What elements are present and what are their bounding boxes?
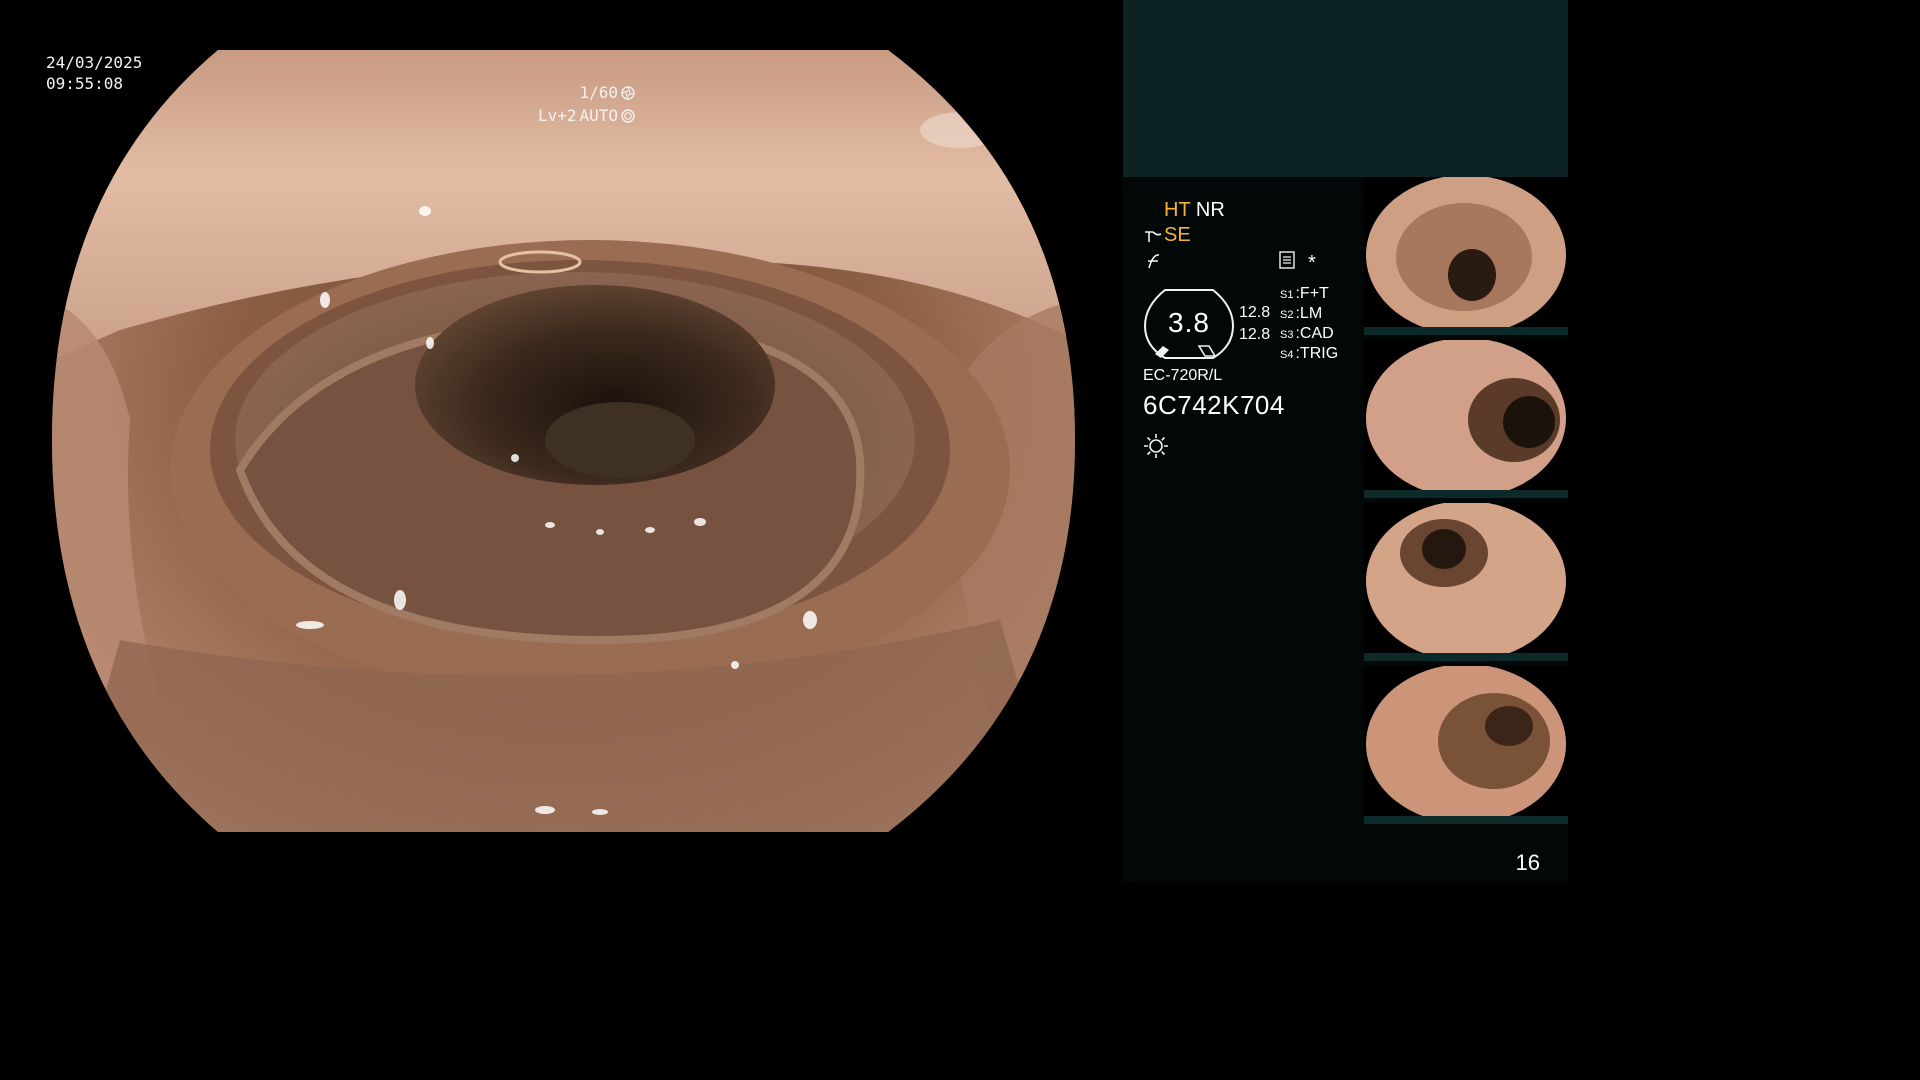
thumbnail-3-bar <box>1364 653 1568 661</box>
light-source-icon <box>1144 434 1168 458</box>
thumbnail-3[interactable] <box>1364 503 1568 661</box>
time-text: 09:55:08 <box>46 74 124 93</box>
switch-s4-key: S4 <box>1280 349 1294 361</box>
thumbnail-2[interactable] <box>1364 340 1568 498</box>
page-number: 16 <box>1515 850 1540 875</box>
info-panel: HT NR SE * 3.8 12.8 12.8 S1:F+T S2:LM S3… <box>1123 0 1568 882</box>
thumbnail-2-image <box>1366 340 1566 498</box>
thumbnail-1-image <box>1366 177 1566 335</box>
date-text: 24/03/2025 <box>46 53 143 72</box>
switch-s1-label: F+T <box>1299 285 1329 302</box>
mode-indicator-row: HT NR <box>1164 198 1225 222</box>
switch-s1: S1:F+T <box>1280 285 1329 302</box>
thumbnail-2-bar <box>1364 490 1568 498</box>
endoscope-main-view: 24/03/2025 09:55:08 1/60 Lv+2 AUTO <box>0 0 1123 882</box>
switch-s2: S2:LM <box>1280 305 1323 322</box>
shutter-speed: 1/60 <box>579 83 618 102</box>
iris-mode: AUTO <box>579 106 618 125</box>
marker-symbol: * <box>1308 252 1316 274</box>
switch-s1-key: S1 <box>1280 289 1294 301</box>
switch-s2-key: S2 <box>1280 309 1294 321</box>
structure-enhance-icon <box>1145 231 1162 242</box>
thumbnail-3-image <box>1366 503 1566 661</box>
thumbnail-4-bar <box>1364 816 1568 824</box>
iris-icon <box>621 108 635 123</box>
colon-lumen-image <box>52 50 1075 832</box>
gauge-reading-1: 12.8 <box>1239 304 1271 321</box>
switch-s2-label: LM <box>1299 305 1323 322</box>
scope-serial: 6C742K704 <box>1143 390 1285 420</box>
gauge-value: 3.8 <box>1168 307 1210 338</box>
timestamp: 24/03/2025 09:55:08 <box>46 52 142 94</box>
color-enhance-icon <box>1148 254 1160 269</box>
brightness-level: Lv+2 <box>537 106 577 125</box>
thumbnail-1[interactable] <box>1364 177 1568 335</box>
ht-mode: HT <box>1164 199 1191 221</box>
switch-s3-label: CAD <box>1299 325 1334 342</box>
panel-header-band <box>1123 0 1568 177</box>
scope-model: EC-720R/L <box>1143 367 1223 384</box>
thumbnail-4[interactable] <box>1364 666 1568 824</box>
switch-s4: S4:TRIG <box>1280 345 1339 362</box>
switch-s4-label: TRIG <box>1299 345 1339 362</box>
thumbnail-1-bar <box>1364 327 1568 335</box>
gauge-reading-2: 12.8 <box>1239 326 1271 343</box>
nr-mode: NR <box>1195 199 1225 221</box>
thumbnail-4-image <box>1366 666 1566 824</box>
switch-s3: S3:CAD <box>1280 325 1334 342</box>
se-mode: SE <box>1164 224 1191 246</box>
exposure-status: 1/60 Lv+2 AUTO <box>538 81 635 127</box>
switch-s3-key: S3 <box>1280 329 1294 341</box>
shutter-icon <box>621 85 635 100</box>
memory-card-icon <box>1279 251 1295 269</box>
gauge: 3.8 <box>1143 288 1235 360</box>
